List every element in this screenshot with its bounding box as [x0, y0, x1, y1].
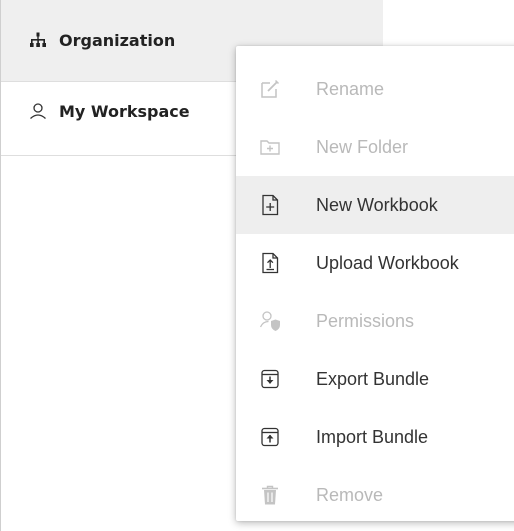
edit-icon [258, 77, 282, 101]
app-stage: Organization My Workspace Rename New Fol… [0, 0, 514, 531]
menu-item-new-folder[interactable]: New Folder [236, 118, 514, 176]
menu-item-label: Import Bundle [316, 426, 429, 447]
menu-item-label: Export Bundle [316, 368, 430, 389]
menu-item-upload-workbook[interactable]: Upload Workbook [236, 234, 514, 292]
context-menu: Rename New Folder New Workbook Upload Wo… [236, 46, 514, 521]
new-folder-icon [258, 135, 282, 159]
menu-item-remove[interactable]: Remove [236, 466, 514, 524]
new-workbook-icon [258, 193, 282, 217]
trash-icon [258, 483, 282, 507]
menu-item-label: New Workbook [316, 194, 438, 215]
sidebar-item-label: Organization [59, 31, 176, 50]
menu-item-label: Rename [316, 78, 385, 99]
menu-item-import-bundle[interactable]: Import Bundle [236, 408, 514, 466]
org-chart-icon [29, 31, 51, 49]
menu-item-export-bundle[interactable]: Export Bundle [236, 350, 514, 408]
menu-item-label: Remove [316, 484, 384, 505]
menu-item-permissions[interactable]: Permissions [236, 292, 514, 350]
permissions-icon [258, 309, 282, 333]
upload-workbook-icon [258, 251, 282, 275]
menu-item-label: New Folder [316, 136, 409, 157]
export-bundle-icon [258, 367, 282, 391]
sidebar-item-label: My Workspace [59, 102, 190, 121]
import-bundle-icon [258, 425, 282, 449]
menu-item-rename[interactable]: Rename [236, 60, 514, 118]
menu-item-label: Permissions [316, 310, 415, 331]
menu-item-new-workbook[interactable]: New Workbook [236, 176, 514, 234]
menu-item-label: Upload Workbook [316, 252, 459, 273]
user-icon [29, 102, 51, 120]
